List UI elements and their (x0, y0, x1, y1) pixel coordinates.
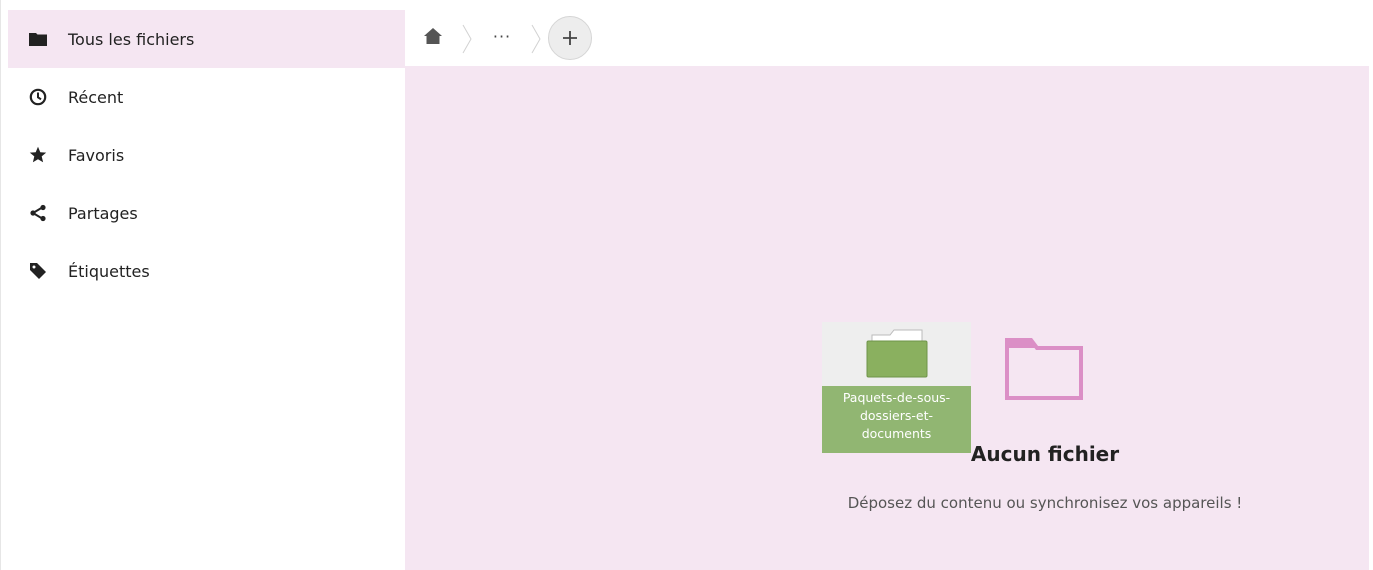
breadcrumb-separator (531, 24, 541, 54)
filename-line: Paquets-de-sous- (842, 390, 951, 405)
sidebar: Tous les fichiers Récent Favoris Partage… (8, 10, 405, 570)
empty-state-title: Aucun fichier (970, 442, 1120, 466)
sidebar-item-all-files[interactable]: Tous les fichiers (8, 10, 405, 68)
sidebar-item-recent[interactable]: Récent (8, 68, 405, 126)
sidebar-item-tags[interactable]: Étiquettes (8, 242, 405, 300)
star-icon (28, 145, 48, 165)
window-edge (0, 0, 1, 570)
sidebar-item-label: Étiquettes (68, 261, 150, 281)
empty-state-subtitle: Déposez du contenu ou synchronisez vos a… (847, 494, 1243, 512)
sidebar-item-favorites[interactable]: Favoris (8, 126, 405, 184)
breadcrumb-more-button[interactable]: ··· (487, 22, 517, 50)
plus-icon (562, 30, 578, 46)
breadcrumb: ··· (405, 10, 1369, 66)
breadcrumb-separator (462, 24, 472, 54)
main-content: ··· Aucun fichier Déposez du contenu ou … (405, 10, 1369, 570)
sidebar-item-label: Partages (68, 203, 138, 223)
folder-icon (28, 29, 48, 49)
add-new-button[interactable] (548, 16, 592, 60)
filename-line: documents (861, 426, 932, 441)
folder-outline-icon (1005, 336, 1085, 402)
filename-line: dossiers-et- (859, 408, 934, 423)
sidebar-item-shares[interactable]: Partages (8, 184, 405, 242)
sidebar-item-label: Favoris (68, 145, 125, 165)
share-icon (28, 203, 48, 223)
tag-icon (28, 261, 48, 281)
drag-preview-filename: Paquets-de-sous- dossiers-et- documents (822, 386, 971, 453)
file-list-empty-area[interactable]: Aucun fichier Déposez du contenu ou sync… (405, 66, 1369, 570)
home-icon[interactable] (421, 24, 445, 48)
sidebar-item-label: Récent (68, 87, 124, 107)
drag-preview-item[interactable]: Paquets-de-sous- dossiers-et- documents (822, 322, 971, 453)
clock-icon (28, 87, 48, 107)
sidebar-item-label: Tous les fichiers (68, 29, 195, 49)
folder-icon (866, 327, 928, 379)
